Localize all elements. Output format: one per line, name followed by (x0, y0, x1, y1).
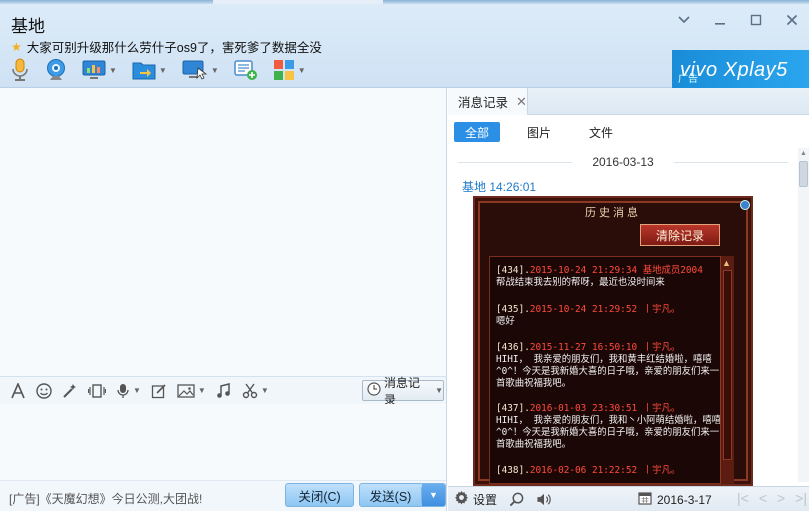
monitor-chart-icon (82, 59, 106, 81)
history-pagination: |< < > >| (737, 490, 807, 506)
minimize-button[interactable] (713, 13, 727, 27)
clear-records-button: 清除记录 (640, 224, 720, 246)
close-window-button[interactable] (785, 13, 799, 27)
caret-down-icon: ▼ (210, 65, 219, 75)
create-discussion-button[interactable] (234, 59, 258, 81)
input-toolbar: ▼ ▼ ▼ 消息记录 ▼ (0, 376, 447, 407)
caret-down-icon: ▼ (109, 65, 117, 75)
send-options-dropdown[interactable]: ▼ (422, 484, 445, 506)
caret-down-icon: ▼ (260, 386, 269, 395)
filter-files[interactable]: 文件 (578, 122, 624, 142)
chat-add-icon (234, 59, 258, 81)
screenshot-log: [434].2015-10-24 21:29:34 基地成员2004 帮战结束我… (489, 256, 729, 484)
font-icon[interactable] (10, 382, 26, 399)
share-screen-button[interactable]: ▼ (82, 59, 117, 81)
caret-down-icon: ▼ (297, 65, 306, 75)
chat-message-area[interactable] (0, 88, 447, 376)
message-sender: 基地 14:26:01 (462, 180, 537, 194)
screenshot-title: 历史消息 (585, 207, 641, 219)
tab-message-history[interactable]: 消息记录 ✕ (448, 88, 528, 115)
clock-icon (367, 382, 381, 399)
arrow-up-icon: ▲ (722, 258, 731, 268)
group-status: ★ 大家可别升级那什么劳什子os9了，害死爹了数据全没 (11, 37, 322, 56)
calendar-icon (638, 491, 652, 508)
message-history-label: 消息记录 (384, 375, 421, 407)
microphone-icon (10, 58, 30, 82)
filter-all[interactable]: 全部 (454, 122, 501, 142)
first-page-icon[interactable]: |< (737, 490, 749, 506)
arrow-up-icon[interactable]: ▲ (800, 150, 807, 157)
divider (458, 161, 573, 163)
shared-screenshot[interactable]: 历史消息 清除记录 [434].2015-10-24 21:29:34 基地成员… (473, 196, 753, 486)
music-icon[interactable] (216, 382, 232, 399)
scroll-thumb[interactable] (799, 161, 808, 187)
gear-icon (454, 490, 469, 508)
log-entry: [438].2016-02-06 21:22:52 丨宇凡。 (496, 465, 681, 476)
current-date: 2016-3-17 (657, 492, 712, 507)
folder-arrow-icon (132, 59, 156, 81)
history-tab-bar: 消息记录 ✕ (448, 88, 809, 115)
maximize-button[interactable] (749, 13, 763, 27)
chat-header: 基地 ★ 大家可别升级那什么劳什子os9了，害死爹了数据全没 ▼ ▼ ▼ ▼ v… (0, 4, 809, 90)
caret-down-icon: ▼ (197, 386, 206, 395)
status-message: 大家可别升级那什么劳什子os9了，害死爹了数据全没 (26, 41, 322, 55)
remote-assist-button[interactable]: ▼ (182, 59, 219, 81)
apps-button[interactable]: ▼ (273, 59, 306, 81)
ad-tag: 广告 (678, 74, 698, 85)
log-entry: [437].2016-01-03 23:30:51 丨宇凡。 HIHI， 我亲爱… (496, 403, 722, 450)
edit-note-icon[interactable] (151, 383, 167, 399)
last-page-icon[interactable]: >| (795, 490, 807, 506)
send-button[interactable]: 发送(S) ▼ (359, 483, 446, 507)
settings-button[interactable]: 设置 (454, 490, 497, 508)
caret-down-icon: ▼ (435, 386, 443, 395)
star-icon: ★ (11, 39, 22, 54)
send-label: 发送(S) (369, 489, 412, 504)
voice-call-button[interactable] (10, 58, 30, 82)
caret-down-icon: ▼ (133, 386, 141, 395)
image-icon[interactable]: ▼ (177, 383, 206, 399)
history-filters: 全部 图片 文件 (454, 122, 640, 142)
send-file-button[interactable]: ▼ (132, 59, 167, 81)
screenshot-scrollbar: ▲ (720, 256, 734, 484)
emoji-icon[interactable] (36, 382, 52, 399)
ad-text-link[interactable]: [广告]《天魔幻想》今日公测,大团战! (9, 490, 202, 507)
magic-wand-icon[interactable] (62, 383, 78, 399)
close-button[interactable]: 关闭(C) (285, 483, 354, 507)
remote-desktop-icon (182, 59, 208, 81)
history-panel: 消息记录 ✕ 全部 图片 文件 2016-03-13 基地 14:26:01 历… (448, 88, 809, 511)
next-page-icon[interactable]: > (777, 490, 785, 506)
close-icon[interactable]: ✕ (516, 94, 527, 110)
window-title: 基地 (11, 17, 45, 36)
screenshot-scroll-thumb (723, 270, 732, 460)
log-entry: [436].2015-11-27 16:50:10 丨宇凡。 HIHI， 我亲爱… (496, 342, 720, 389)
bottom-bar: [广告]《天魔幻想》今日公测,大团战! 关闭(C) 发送(S) ▼ (0, 480, 447, 511)
log-entry: [435].2015-10-24 21:29:52 丨宇凡。 嗯好 (496, 304, 681, 327)
separator-date: 2016-03-13 (592, 155, 654, 169)
history-footer: 设置 2016-3-17 |< < > >| (448, 486, 809, 511)
video-call-button[interactable] (45, 58, 67, 82)
message-input[interactable] (0, 404, 447, 480)
filter-images[interactable]: 图片 (516, 122, 562, 142)
chat-toolbar: ▼ ▼ ▼ ▼ (10, 58, 321, 82)
window-controls (677, 13, 799, 27)
caret-down-icon: ▼ (158, 65, 167, 75)
previous-page-icon[interactable]: < (759, 490, 767, 506)
scissors-icon[interactable]: ▼ (242, 383, 269, 399)
history-scrollbar[interactable]: ▲ (798, 148, 809, 482)
ad-banner[interactable]: vivo Xplay5 广告 (672, 50, 809, 90)
shake-window-icon[interactable] (88, 383, 106, 399)
webcam-icon (45, 58, 67, 82)
search-icon[interactable] (509, 492, 524, 507)
chevron-down-icon[interactable] (677, 13, 691, 27)
settings-label: 设置 (473, 492, 498, 507)
divider (673, 161, 789, 163)
tab-label: 消息记录 (458, 96, 509, 110)
voice-message-icon[interactable]: ▼ (116, 383, 141, 399)
date-separator: 2016-03-13 (458, 155, 789, 169)
speaker-icon[interactable] (536, 492, 552, 507)
date-picker[interactable]: 2016-3-17 (638, 491, 712, 508)
app-grid-icon (273, 59, 295, 81)
log-entry: [434].2015-10-24 21:29:34 基地成员2004 帮战结束我… (496, 265, 703, 288)
message-history-button[interactable]: 消息记录 ▼ (362, 376, 444, 407)
